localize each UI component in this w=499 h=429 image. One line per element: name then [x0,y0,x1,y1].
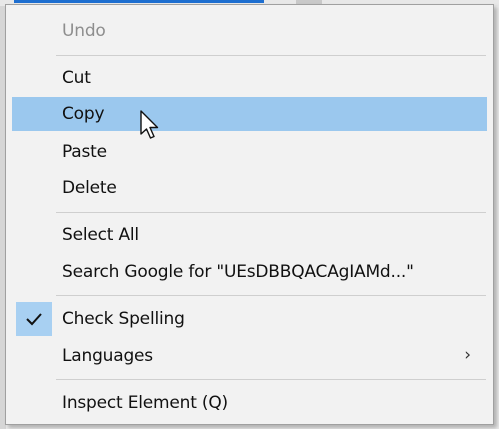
menu-item-paste[interactable]: Paste [12,135,487,169]
context-menu: Undo Cut Copy Paste Delete Select All Se… [5,4,494,425]
menu-separator [56,212,486,213]
menu-item-label: Undo [62,21,106,41]
menu-item-undo[interactable]: Undo [12,14,487,48]
menu-item-cut[interactable]: Cut [12,61,487,95]
menu-item-check-spelling[interactable]: Check Spelling [12,302,487,336]
menu-separator [56,55,486,56]
chevron-right-icon: › [464,345,471,365]
menu-item-label: Delete [62,178,117,198]
menu-separator [56,379,486,380]
menu-item-label: Inspect Element (Q) [62,393,228,413]
menu-item-select-all[interactable]: Select All [12,218,487,252]
menu-item-label: Select All [62,225,139,245]
menu-item-label: Paste [62,142,107,162]
menu-separator [56,295,486,296]
menu-item-languages[interactable]: Languages › [12,339,487,373]
menu-item-search-google[interactable]: Search Google for "UEsDBBQACAgIAMd..." [12,255,487,289]
check-icon [26,313,42,326]
mouse-pointer-icon [140,110,159,139]
menu-item-label: Cut [62,68,91,88]
menu-item-delete[interactable]: Delete [12,171,487,205]
screen: Undo Cut Copy Paste Delete Select All Se… [0,0,499,429]
selected-text-strip [14,0,264,3]
check-indicator [16,302,52,336]
menu-item-label: Search Google for "UEsDBBQACAgIAMd..." [62,262,414,282]
menu-item-copy[interactable]: Copy [12,97,487,131]
menu-item-label: Languages [62,346,153,366]
menu-item-label: Check Spelling [62,309,185,329]
menu-item-inspect-element[interactable]: Inspect Element (Q) [12,386,487,420]
menu-item-label: Copy [62,104,105,124]
